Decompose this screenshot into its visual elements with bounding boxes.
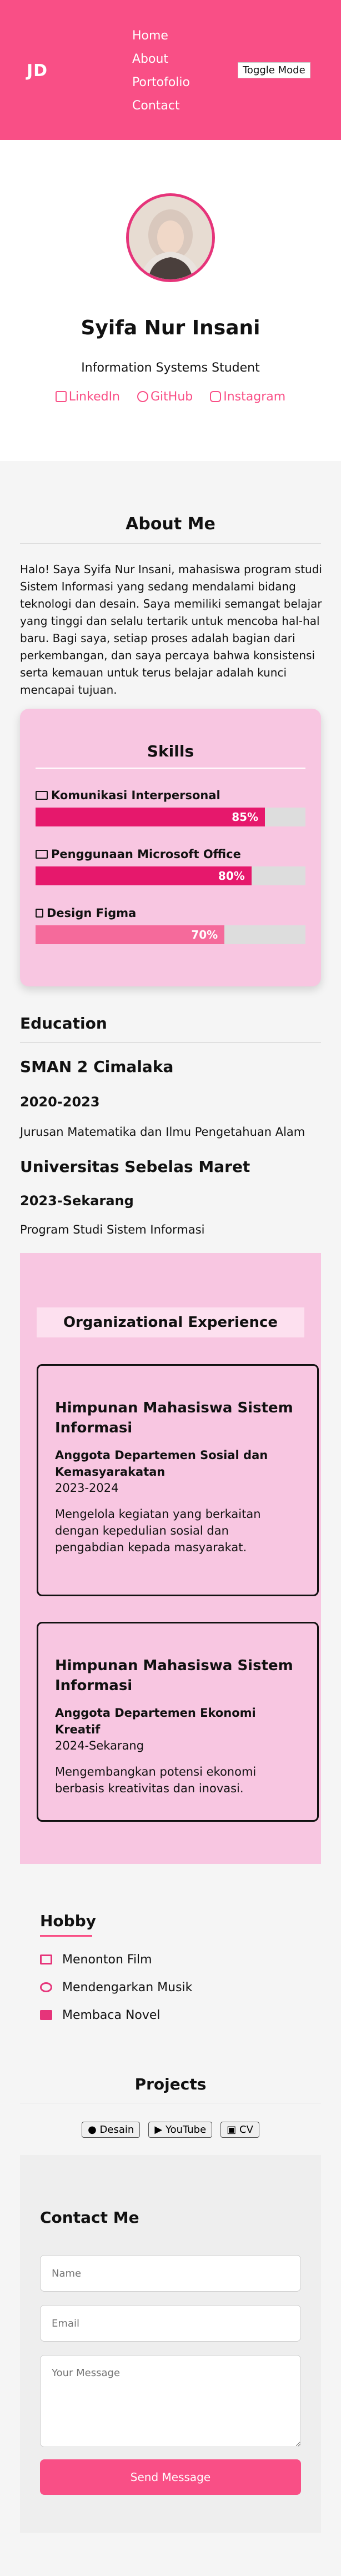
laptop-icon <box>36 850 48 859</box>
skill-bar: 85% <box>36 808 305 826</box>
skill-bar-fill: 85% <box>36 808 265 826</box>
skill-item: Komunikasi Interpersonal 85% <box>36 789 305 826</box>
button-label: Desain <box>99 2124 134 2136</box>
instagram-label: Instagram <box>223 390 286 404</box>
linkedin-icon <box>55 391 67 402</box>
hobby-title: Hobby <box>40 1912 97 1930</box>
palette-icon: ● <box>88 2124 100 2136</box>
project-youtube-button[interactable]: ▶ YouTube <box>148 2122 213 2138</box>
skill-label: Penggunaan Microsoft Office <box>51 848 241 861</box>
profile-section: Syifa Nur Insani Information Systems Stu… <box>0 140 341 461</box>
avatar <box>126 193 215 282</box>
hobby-label: Membaca Novel <box>62 2008 161 2022</box>
github-label: GitHub <box>151 390 193 404</box>
divider <box>36 768 305 769</box>
github-icon <box>137 391 148 402</box>
name-input[interactable] <box>40 2255 301 2292</box>
contact-title: Contact Me <box>40 2208 139 2227</box>
message-textarea[interactable] <box>40 2355 301 2447</box>
youtube-icon: ▶ <box>154 2124 166 2136</box>
logo[interactable]: JD <box>27 61 48 81</box>
school-name: SMAN 2 Cimalaka <box>20 1058 174 1076</box>
skill-bar: 70% <box>36 925 305 944</box>
org-card: Himpunan Mahasiswa Sistem Informasi Angg… <box>37 1622 319 1822</box>
toggle-mode-button[interactable]: Toggle Mode <box>238 62 310 78</box>
button-label: CV <box>239 2124 253 2136</box>
skills-title: Skills <box>147 742 194 760</box>
skill-label: Design Figma <box>47 906 137 920</box>
hobby-underline <box>40 1935 92 1937</box>
instagram-icon <box>210 391 222 402</box>
projects-buttons: ● Desain ▶ YouTube ▣ CV <box>0 2122 341 2138</box>
org-role: Anggota Departemen Ekonomi Kreatif <box>55 1706 256 1736</box>
school-desc: Program Studi Sistem Informasi <box>20 1223 205 1236</box>
contact-section: Contact Me Send Message <box>20 2155 321 2533</box>
id-card-icon: ▣ <box>227 2124 239 2136</box>
about-title: About Me <box>126 514 215 534</box>
skill-bar-fill: 80% <box>36 866 252 885</box>
projects-title: Projects <box>134 2075 207 2093</box>
book-icon <box>40 2010 52 2020</box>
school-years: 2023-Sekarang <box>20 1193 134 1209</box>
hobby-label: Menonton Film <box>62 1953 152 1967</box>
about-text: Halo! Saya Syifa Nur Insani, mahasiswa p… <box>20 563 322 696</box>
send-message-button[interactable]: Send Message <box>40 2459 301 2495</box>
profile-name: Syifa Nur Insani <box>81 317 260 339</box>
org-name: Himpunan Mahasiswa Sistem Informasi <box>55 1657 293 1694</box>
org-desc: Mengelola kegiatan yang berkaitan dengan… <box>55 1507 261 1554</box>
education-title: Education <box>20 1014 107 1033</box>
site-header: JD Home About Portofolio Contact Toggle … <box>0 0 341 140</box>
skill-item: Design Figma 70% <box>36 906 305 944</box>
instagram-link[interactable]: Instagram <box>210 390 285 404</box>
skill-label: Komunikasi Interpersonal <box>51 789 220 802</box>
divider <box>20 543 321 544</box>
skills-card: Skills Komunikasi Interpersonal 85% Peng… <box>20 709 321 986</box>
linkedin-link[interactable]: LinkedIn <box>55 390 120 404</box>
email-input[interactable] <box>40 2305 301 2342</box>
music-icon <box>40 1982 52 1992</box>
nav-portofolio[interactable]: Portofolio <box>132 71 190 94</box>
org-desc: Mengembangkan potensi ekonomi berbasis k… <box>55 1765 257 1795</box>
divider <box>20 1042 321 1043</box>
organization-section: Organizational Experience Himpunan Mahas… <box>20 1253 321 1864</box>
skill-item: Penggunaan Microsoft Office 80% <box>36 848 305 885</box>
project-desain-button[interactable]: ● Desain <box>82 2122 141 2138</box>
figma-icon <box>36 909 43 918</box>
org-role: Anggota Departemen Sosial dan Kemasyarak… <box>55 1449 268 1479</box>
organization-title: Organizational Experience <box>37 1307 304 1337</box>
github-link[interactable]: GitHub <box>137 390 193 404</box>
laptop-icon <box>40 1954 52 1964</box>
project-cv-button[interactable]: ▣ CV <box>220 2122 259 2138</box>
nav-home[interactable]: Home <box>132 24 190 48</box>
org-period: 2024-Sekarang <box>55 1739 144 1752</box>
social-links: LinkedIn GitHub Instagram <box>0 390 341 404</box>
school-name: Universitas Sebelas Maret <box>20 1157 250 1176</box>
monitor-icon <box>36 791 48 800</box>
hobby-item: Mendengarkan Musik <box>40 1981 192 1994</box>
profile-subtitle: Information Systems Student <box>81 361 260 375</box>
skill-bar: 80% <box>36 866 305 885</box>
org-period: 2023-2024 <box>55 1481 119 1495</box>
button-label: YouTube <box>165 2124 207 2136</box>
school-years: 2020-2023 <box>20 1094 100 1110</box>
school-desc: Jurusan Matematika dan Ilmu Pengetahuan … <box>20 1125 305 1139</box>
nav-contact[interactable]: Contact <box>132 94 190 118</box>
org-card: Himpunan Mahasiswa Sistem Informasi Angg… <box>37 1364 319 1596</box>
main-nav: Home About Portofolio Contact <box>132 24 190 118</box>
skill-bar-fill: 70% <box>36 925 225 944</box>
linkedin-label: LinkedIn <box>68 390 120 404</box>
hobby-label: Mendengarkan Musik <box>62 1981 193 1994</box>
nav-about[interactable]: About <box>132 48 190 71</box>
org-name: Himpunan Mahasiswa Sistem Informasi <box>55 1400 293 1436</box>
hobby-item: Membaca Novel <box>40 2008 161 2022</box>
hobby-item: Menonton Film <box>40 1953 152 1967</box>
